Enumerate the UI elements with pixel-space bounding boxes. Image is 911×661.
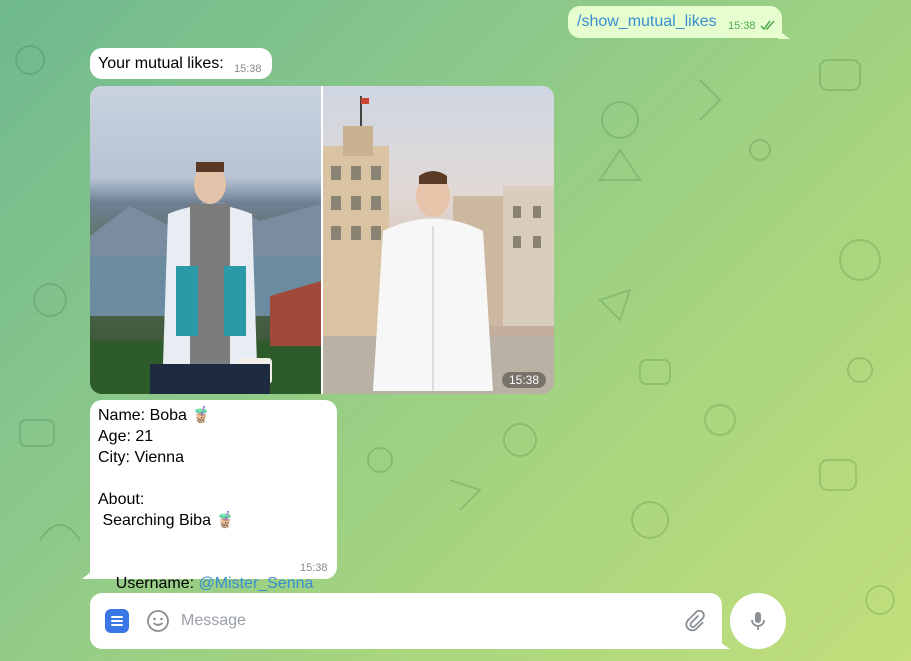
message-time: 15:38 bbox=[234, 63, 262, 75]
outgoing-message: /show_mutual_likes 15:38 bbox=[568, 6, 782, 38]
message-input[interactable]: Message bbox=[181, 612, 246, 630]
microphone-icon bbox=[751, 612, 765, 630]
message-time: 15:38 bbox=[300, 562, 328, 574]
profile-username-link[interactable]: @Mister_Senna bbox=[198, 575, 313, 592]
profile-username-label: Username: bbox=[115, 575, 199, 592]
attach-icon[interactable] bbox=[682, 609, 706, 633]
photo-city-illustration bbox=[323, 96, 554, 394]
profile-photo-lake[interactable] bbox=[90, 86, 321, 394]
composer-tail bbox=[718, 641, 730, 649]
profile-name: Name: Boba 🧋 bbox=[98, 407, 212, 424]
read-checks-icon bbox=[760, 20, 775, 31]
profile-about-text: Searching Biba 🧋 bbox=[98, 512, 236, 529]
photo-album: 15:38 bbox=[90, 86, 554, 394]
profile-card-message: Name: Boba 🧋 Age: 21 City: Vienna About:… bbox=[90, 400, 337, 592]
message-text: Your mutual likes: bbox=[98, 55, 224, 72]
emoji-icon[interactable] bbox=[146, 609, 170, 633]
profile-about-label: About: bbox=[98, 491, 145, 508]
record-voice-button[interactable] bbox=[730, 593, 786, 649]
message-time: 15:38 bbox=[728, 20, 756, 32]
message-composer: Message bbox=[90, 593, 722, 649]
bubble-tail bbox=[82, 571, 92, 579]
bot-command-link[interactable]: /show_mutual_likes bbox=[577, 13, 717, 31]
incoming-message-intro: Your mutual likes: 15:38 bbox=[90, 48, 272, 79]
bubble-tail bbox=[778, 30, 790, 39]
photo-lake-illustration bbox=[90, 162, 321, 394]
profile-photo-city[interactable]: 15:38 bbox=[323, 86, 554, 394]
menu-icon[interactable] bbox=[105, 609, 129, 633]
profile-city: City: Vienna bbox=[98, 449, 184, 466]
album-time: 15:38 bbox=[501, 372, 546, 388]
profile-age: Age: 21 bbox=[98, 428, 154, 445]
